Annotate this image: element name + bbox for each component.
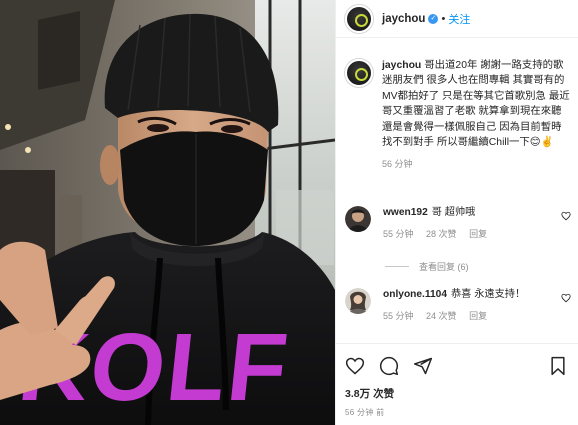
header-separator: • (441, 12, 446, 25)
post-photo-illustration: KOLF (0, 0, 335, 425)
comment-reply-button[interactable]: 回复 (469, 229, 487, 239)
verified-badge-icon: ✓ (428, 13, 439, 24)
comment-button[interactable] (379, 356, 399, 376)
caption-text: 哥出道20年 謝謝一路支持的歌迷朋友們 很多人也在問專輯 其實哥有的MV都拍好了… (382, 60, 570, 149)
comment-text: 恭喜 永遠支持！ (451, 289, 526, 300)
replies-divider (385, 266, 409, 267)
caption-avatar[interactable] (345, 59, 373, 87)
comment-item: wwen192 哥 超帅哦 55 分钟 28 次赞 回复 (345, 206, 577, 240)
like-button[interactable] (345, 356, 365, 376)
commenter-avatar[interactable] (345, 206, 371, 232)
heart-icon (345, 357, 365, 375)
save-button[interactable] (549, 356, 567, 376)
comment-text: 哥 超帅哦 (431, 207, 476, 218)
caption-username[interactable]: jaychou (382, 60, 421, 71)
bookmark-icon (551, 356, 565, 376)
comment-likes[interactable]: 28 次赞 (426, 229, 457, 239)
commenter-avatar[interactable] (345, 288, 371, 314)
comment-time: 55 分钟 (383, 311, 414, 321)
likes-summary[interactable]: 3.8万 次赞 (345, 386, 571, 401)
comment-like-heart-icon[interactable] (561, 293, 571, 303)
caption-time: 56 分钟 (382, 159, 413, 170)
post-header: jaychou ✓ • 关注 (336, 0, 578, 38)
follow-button[interactable]: 关注 (448, 11, 470, 27)
comment-bubble-icon (379, 356, 399, 376)
post-panel: jaychou ✓ • 关注 jaychou 哥出道20年 謝謝一路支持的歌迷朋友… (335, 0, 578, 425)
action-icons (345, 355, 571, 377)
share-button[interactable] (413, 356, 433, 376)
post-actions: 3.8万 次赞 56 分钟 前 (336, 343, 578, 418)
post-caption: jaychou 哥出道20年 謝謝一路支持的歌迷朋友們 很多人也在問專輯 其實哥有… (336, 38, 578, 173)
comment-time: 55 分钟 (383, 229, 414, 239)
caption-body: jaychou 哥出道20年 謝謝一路支持的歌迷朋友們 很多人也在問專輯 其實哥有… (382, 58, 570, 173)
post-image[interactable]: KOLF (0, 0, 335, 425)
view-replies-label[interactable]: 查看回复 (6) (419, 260, 469, 273)
comment-item: onlyone.1104 恭喜 永遠支持！ 55 分钟 24 次赞 回复 (345, 288, 577, 322)
send-paper-plane-icon (413, 357, 433, 375)
comment-likes[interactable]: 24 次赞 (426, 311, 457, 321)
comment-username[interactable]: wwen192 (383, 207, 428, 218)
comment-reply-button[interactable]: 回复 (469, 311, 487, 321)
likes-label: 次赞 (373, 388, 395, 400)
likes-count: 3.8万 (345, 388, 371, 400)
posted-time: 56 分钟 前 (345, 408, 385, 417)
author-username[interactable]: jaychou (382, 13, 425, 25)
view-replies[interactable]: 查看回复 (6) (385, 260, 469, 273)
author-avatar[interactable] (345, 4, 373, 33)
comment-username[interactable]: onlyone.1104 (383, 289, 447, 300)
comment-like-heart-icon[interactable] (561, 211, 571, 221)
